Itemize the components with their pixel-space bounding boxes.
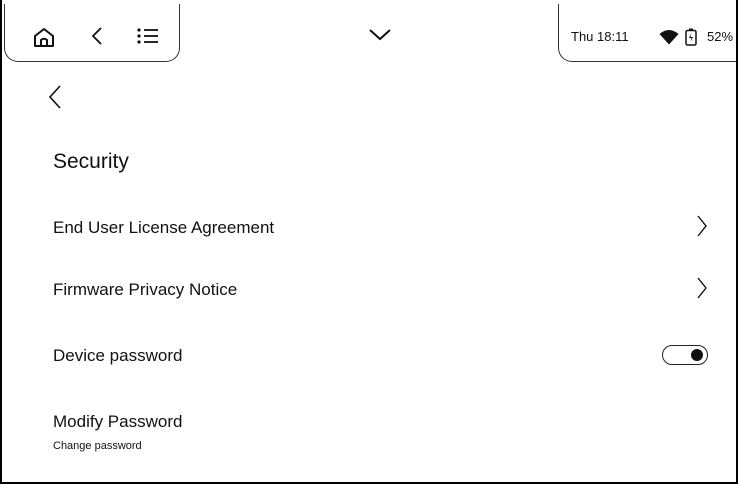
pull-down-icon[interactable] (368, 28, 392, 42)
firmware-privacy-label: Firmware Privacy Notice (53, 280, 238, 299)
battery-percent: 52% (707, 29, 734, 44)
chevron-right-icon (697, 277, 707, 299)
page-title: Security (53, 150, 129, 173)
back-icon[interactable] (91, 26, 103, 46)
chevron-right-icon (697, 215, 707, 237)
device-password-label: Device password (53, 346, 183, 365)
modify-password-row[interactable]: Modify Password Change password (0, 404, 738, 464)
page-back-icon[interactable] (48, 84, 62, 110)
modify-password-subtitle: Change password (53, 440, 142, 452)
device-password-row[interactable]: Device password (0, 334, 738, 384)
firmware-privacy-row[interactable]: Firmware Privacy Notice (0, 268, 738, 318)
navigation-pill (4, 4, 180, 62)
home-icon[interactable] (33, 27, 55, 47)
system-top-bar: Thu 18:11 52% (0, 0, 738, 70)
eula-label: End User License Agreement (53, 218, 275, 237)
status-pill: Thu 18:11 52% (558, 4, 736, 62)
wifi-icon (659, 30, 679, 45)
clock-time: Thu 18:11 (571, 29, 629, 44)
toggle-knob (691, 349, 703, 361)
device-password-toggle[interactable] (662, 345, 708, 365)
menu-list-icon[interactable] (137, 27, 159, 45)
modify-password-label: Modify Password (53, 412, 183, 431)
eula-row[interactable]: End User License Agreement (0, 202, 738, 252)
battery-icon (685, 28, 697, 46)
